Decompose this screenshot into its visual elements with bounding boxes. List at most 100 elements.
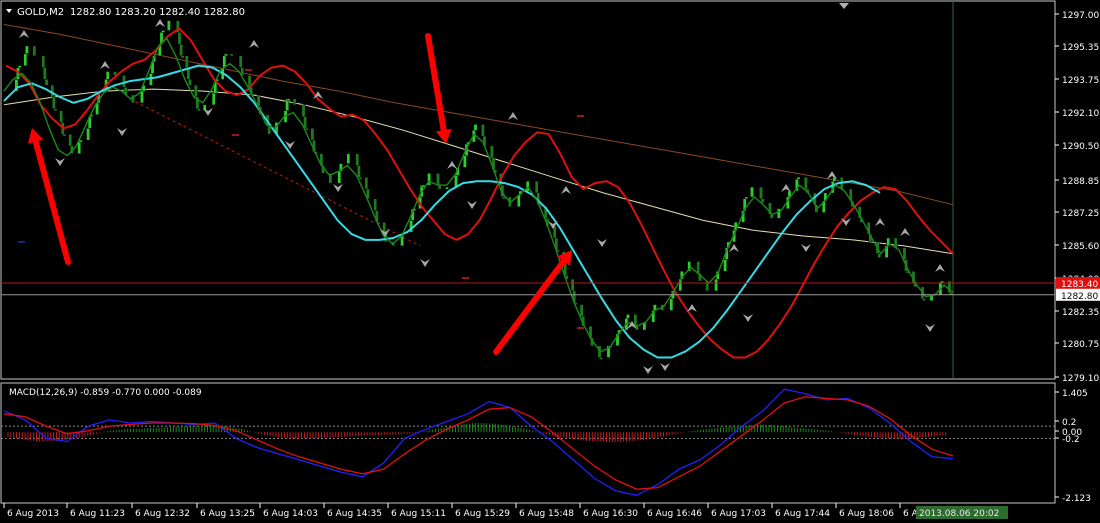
price-brick (723, 259, 727, 272)
price-brick (525, 180, 530, 192)
price-axis-label: 1279.10 (1062, 374, 1099, 384)
price-brick (184, 55, 189, 68)
price-brick (358, 177, 363, 180)
macd-panel[interactable]: MACD(12,26,9) -0.859 -0.770 0.000 -0.089 (0, 382, 1056, 504)
price-brick (570, 278, 575, 292)
macd-axis-label: 0.2 (1062, 418, 1076, 428)
price-axis[interactable]: 1297.00 1295.35 1293.75 1292.10 1290.50 1288.… (1055, 11, 1100, 384)
ask-price-label: 1283.40 (1061, 280, 1098, 290)
price-brick (229, 53, 234, 57)
price-brick (292, 98, 297, 106)
price-brick (902, 247, 907, 260)
price-brick (52, 96, 56, 110)
price-brick (105, 71, 110, 80)
price-brick (436, 173, 440, 186)
price-brick (44, 79, 49, 86)
macd-axis-label: -2.123 (1062, 494, 1091, 504)
price-brick (122, 75, 126, 88)
price-brick (59, 110, 63, 123)
price-brick (179, 43, 183, 57)
price-brick (696, 261, 700, 274)
price-brick (310, 128, 315, 141)
price-brick (534, 180, 539, 194)
price-brick (490, 145, 494, 158)
time-axis-label: 6 Aug 16:30 (583, 509, 638, 519)
price-brick (224, 53, 228, 57)
price-brick (68, 133, 72, 147)
price-axis-label: 1292.10 (1062, 109, 1099, 119)
price-brick (188, 79, 192, 86)
price-axis-label: 1282.35 (1062, 308, 1099, 318)
time-axis-label: 6 Aug 15:11 (391, 509, 446, 519)
price-axis-label: 1293.75 (1062, 76, 1099, 86)
price-brick (43, 67, 47, 80)
price-axis-label: 1287.25 (1062, 209, 1099, 219)
price-brick (626, 314, 630, 319)
price-brick (769, 214, 774, 219)
price-brick (669, 298, 674, 311)
price-brick (364, 177, 369, 190)
price-brick (760, 198, 765, 203)
price-brick (301, 104, 306, 117)
chart-header: GOLD,M2 1282.80 1283.20 1282.40 1282.80 (6, 7, 245, 18)
macd-axis[interactable]: 1.4050.20.00-0.2-2.123 (1055, 389, 1091, 504)
price-brick (23, 53, 28, 66)
time-axis-label: 6 Aug 16:46 (647, 509, 702, 519)
symbol-label: GOLD,M2 (17, 7, 64, 18)
price-brick (267, 126, 272, 135)
price-brick (41, 55, 46, 68)
price-brick (750, 186, 754, 198)
price-brick (579, 304, 584, 317)
price-axis-label: 1280.75 (1062, 340, 1099, 350)
price-brick (193, 84, 198, 98)
cursor-time-badge: 2013.08.06 20:02 (916, 506, 1008, 519)
price-axis-label: 1295.35 (1062, 43, 1099, 53)
price-brick (17, 65, 22, 68)
time-axis[interactable]: 6 Aug 2013 6 Aug 11:23 6 Aug 12:32 6 Aug 13… (3, 503, 919, 519)
price-brick (796, 177, 801, 180)
price-brick (922, 298, 926, 301)
time-axis-label: 6 Aug 15:48 (519, 509, 574, 519)
price-axis-label: 1297.00 (1062, 11, 1099, 21)
macd-axis-label: 1.405 (1062, 389, 1088, 399)
price-brick (167, 20, 171, 31)
price-brick (445, 186, 449, 190)
time-axis-label: 6 Aug 17:03 (711, 509, 766, 519)
price-brick (463, 155, 467, 168)
price-brick (481, 124, 485, 137)
price-brick (759, 186, 763, 200)
price-brick (357, 165, 361, 178)
price-brick (804, 177, 808, 190)
price-brick (373, 198, 378, 211)
price-brick (161, 30, 165, 33)
trading-chart-window: GOLD,M2 1282.80 1283.20 1282.40 1282.80 … (0, 0, 1100, 519)
time-axis-label: 6 Aug 15:29 (455, 509, 510, 519)
price-brick (286, 98, 291, 102)
bid-price-label: 1282.80 (1061, 292, 1098, 302)
price-brick (355, 153, 360, 166)
price-axis-label: 1290.50 (1062, 142, 1099, 152)
price-brick (777, 208, 781, 219)
price-brick (149, 73, 153, 86)
cursor-time-label: 2013.08.06 20:02 (919, 509, 999, 519)
price-brick (599, 357, 603, 360)
price-brick (211, 92, 216, 106)
price-brick (140, 90, 144, 104)
price-brick (86, 128, 90, 141)
time-axis-label: 6 Aug 13:25 (200, 509, 255, 519)
time-axis-label: 6 Aug 11:23 (70, 509, 125, 519)
macd-axis-label: -0.2 (1062, 435, 1080, 445)
time-axis-label: 6 Aug 17:44 (775, 509, 830, 519)
time-axis-label: 6 Aug 18:06 (839, 509, 894, 519)
price-brick (78, 139, 83, 143)
price-brick (53, 108, 58, 111)
price-axis-label: 1288.85 (1062, 177, 1099, 187)
price-brick (77, 141, 81, 155)
price-brick (473, 124, 478, 131)
price-brick (25, 45, 29, 55)
price-brick (180, 55, 185, 58)
time-axis-label: 6 Aug 2013 (7, 509, 59, 519)
price-brick (337, 171, 342, 184)
price-brick (346, 153, 351, 164)
price-brick (238, 55, 243, 68)
